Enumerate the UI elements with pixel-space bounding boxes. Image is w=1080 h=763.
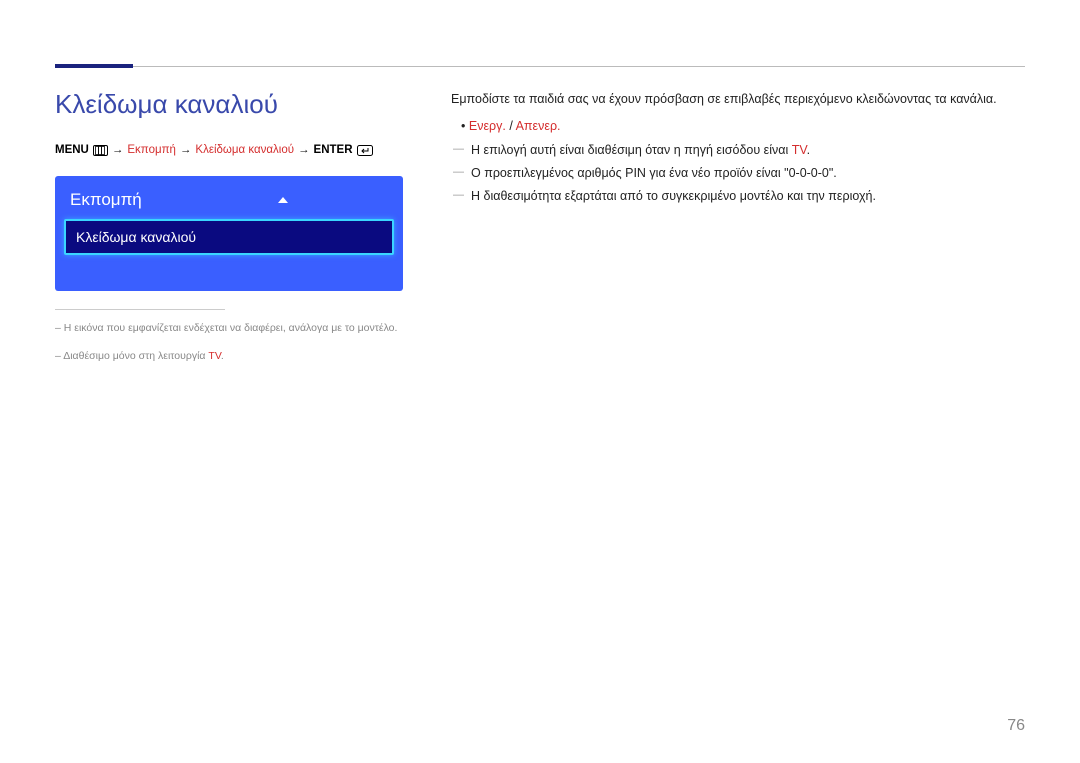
- right-column: Εμποδίστε τα παιδιά σας να έχουν πρόσβασ…: [451, 89, 1025, 376]
- note-1-tv: TV: [792, 143, 807, 157]
- menu-label: MENU: [55, 144, 89, 156]
- menu-path: MENU → Εκπομπή → Κλείδωμα καναλιού → ENT…: [55, 144, 403, 156]
- option-list: Ενεργ. / Απενερ.: [451, 116, 1025, 137]
- menu-icon: [93, 145, 108, 156]
- enter-icon: [357, 145, 373, 156]
- footnote-2-prefix: Διαθέσιμο μόνο στη λειτουργία: [63, 350, 208, 362]
- content-area: Κλείδωμα καναλιού MENU → Εκπομπή → Κλείδ…: [55, 89, 1025, 376]
- note-2: Ο προεπιλεγμένος αριθμός PIN για ένα νέο…: [451, 163, 1025, 184]
- option-item: Ενεργ. / Απενερ.: [461, 116, 1025, 137]
- option-on: Ενεργ.: [469, 119, 506, 133]
- chevron-up-icon: [278, 197, 288, 203]
- footnote-1-text: Η εικόνα που εμφανίζεται ενδέχεται να δι…: [64, 322, 398, 334]
- footnote-1: – Η εικόνα που εμφανίζεται ενδέχεται να …: [55, 320, 403, 338]
- menu-panel-header: Εκπομπή: [64, 186, 394, 219]
- menu-panel: Εκπομπή Κλείδωμα καναλιού: [55, 176, 403, 291]
- footnote-2-tv: TV: [208, 350, 220, 362]
- note-1-prefix: Η επιλογή αυτή είναι διαθέσιμη όταν η πη…: [471, 143, 792, 157]
- path-seg-2: Κλείδωμα καναλιού: [195, 144, 294, 156]
- note-1: Η επιλογή αυτή είναι διαθέσιμη όταν η πη…: [451, 140, 1025, 161]
- top-accent-bar: [55, 64, 133, 68]
- arrow-icon: →: [180, 144, 192, 156]
- option-sep: /: [506, 119, 516, 133]
- menu-item-channel-lock[interactable]: Κλείδωμα καναλιού: [64, 219, 394, 255]
- note-1-suffix: .: [807, 143, 810, 157]
- left-column: Κλείδωμα καναλιού MENU → Εκπομπή → Κλείδ…: [55, 89, 403, 376]
- page-title: Κλείδωμα καναλιού: [55, 89, 403, 120]
- intro-text: Εμποδίστε τα παιδιά σας να έχουν πρόσβασ…: [451, 89, 1025, 110]
- arrow-icon: →: [298, 144, 310, 156]
- footnote-divider: [55, 309, 225, 310]
- path-seg-1: Εκπομπή: [127, 144, 176, 156]
- footnote-2-suffix: .: [221, 350, 224, 362]
- footnote-2: – Διαθέσιμο μόνο στη λειτουργία TV.: [55, 348, 403, 366]
- top-divider: [55, 66, 1025, 67]
- enter-label: ENTER: [314, 144, 353, 156]
- page-number: 76: [1007, 717, 1025, 735]
- option-off: Απενερ.: [516, 119, 561, 133]
- menu-header-label: Εκπομπή: [70, 190, 142, 210]
- arrow-icon: →: [112, 144, 124, 156]
- note-3: Η διαθεσιμότητα εξαρτάται από το συγκεκρ…: [451, 186, 1025, 207]
